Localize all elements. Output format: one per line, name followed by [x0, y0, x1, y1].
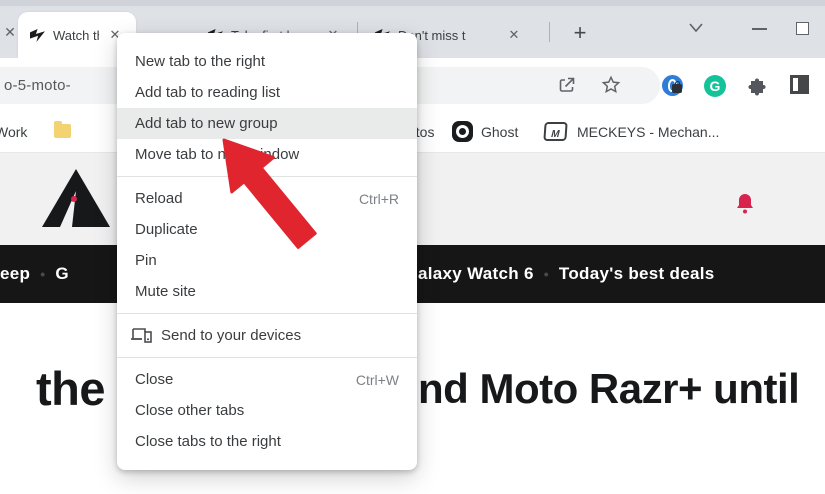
profile-avatar[interactable] — [790, 75, 809, 94]
chevron-down-icon[interactable] — [688, 22, 704, 34]
menu-item-label: Mute site — [135, 283, 196, 300]
nav-item-text: alaxy Watch 6 — [418, 264, 534, 283]
menu-item-label: Close — [135, 371, 173, 388]
menu-item-label: Add tab to reading list — [135, 84, 280, 101]
url-text: o-5-moto- — [4, 77, 71, 94]
bullet-separator: • — [544, 266, 549, 282]
nav-item-text: leep — [0, 264, 30, 283]
menu-item-close[interactable]: Close Ctrl+W — [117, 364, 417, 395]
menu-item-add-reading-list[interactable]: Add tab to reading list — [117, 77, 417, 108]
menu-item-label: Close other tabs — [135, 402, 244, 419]
nav-item-fragment[interactable]: leep • G — [0, 264, 69, 284]
tab-title: Watch th — [53, 28, 99, 43]
menu-item-label: Close tabs to the right — [135, 433, 281, 450]
devices-icon — [131, 327, 152, 344]
menu-shortcut: Ctrl+R — [359, 191, 399, 207]
new-tab-button[interactable]: + — [566, 20, 594, 48]
menu-item-mute-site[interactable]: Mute site — [117, 276, 417, 307]
menu-shortcut: Ctrl+W — [356, 372, 399, 388]
menu-item-label: Duplicate — [135, 221, 198, 238]
bookmark-meckeys[interactable]: MECKEYS - Mechan... — [577, 124, 719, 140]
nav-item-text: Today's best deals — [559, 264, 715, 283]
grammarly-extension-icon[interactable]: G — [704, 75, 726, 97]
maximize-button[interactable] — [796, 22, 809, 35]
menu-item-label: New tab to the right — [135, 53, 265, 70]
close-tab-icon[interactable]: ✕ — [506, 27, 522, 43]
menu-item-label: Reload — [135, 190, 183, 207]
extensions-puzzle-icon[interactable] — [746, 75, 768, 97]
meckeys-glyph: M — [551, 129, 560, 140]
window-frame-edge — [0, 0, 825, 6]
menu-item-new-tab-right[interactable]: New tab to the right — [117, 46, 417, 77]
bullet-separator: • — [40, 266, 45, 282]
bookmark-ghost[interactable]: Ghost — [481, 124, 518, 140]
android-police-logo — [42, 169, 110, 227]
lock-shackle — [675, 81, 680, 86]
nav-item-fragment[interactable]: alaxy Watch 6 • Today's best deals — [418, 264, 715, 284]
close-tab-icon[interactable]: ✕ — [2, 24, 18, 40]
share-icon[interactable] — [556, 74, 578, 96]
menu-item-label: Pin — [135, 252, 157, 269]
site-favicon — [30, 29, 45, 42]
red-pointer-arrow — [190, 128, 330, 260]
meckeys-favicon[interactable]: M — [543, 122, 567, 141]
minimize-button[interactable] — [752, 28, 767, 30]
onepassword-extension-icon[interactable] — [662, 75, 683, 96]
menu-item-close-other-tabs[interactable]: Close other tabs — [117, 395, 417, 426]
folder-icon[interactable] — [54, 124, 71, 138]
tab-divider — [549, 22, 550, 42]
bookmark-star-icon[interactable] — [600, 74, 622, 96]
menu-item-label: Send to your devices — [161, 327, 301, 344]
menu-separator — [117, 313, 417, 314]
nav-item-text: G — [55, 264, 69, 283]
bell-icon[interactable] — [735, 192, 755, 214]
headline-fragment: the — [36, 361, 105, 416]
headline-fragment: nd Moto Razr+ until — [418, 365, 799, 413]
menu-item-close-tabs-right[interactable]: Close tabs to the right — [117, 426, 417, 457]
bookmark-work-folder[interactable]: Work — [0, 124, 27, 140]
menu-item-send-to-devices[interactable]: Send to your devices — [117, 320, 417, 351]
menu-separator — [117, 357, 417, 358]
ghost-favicon[interactable] — [452, 121, 473, 142]
